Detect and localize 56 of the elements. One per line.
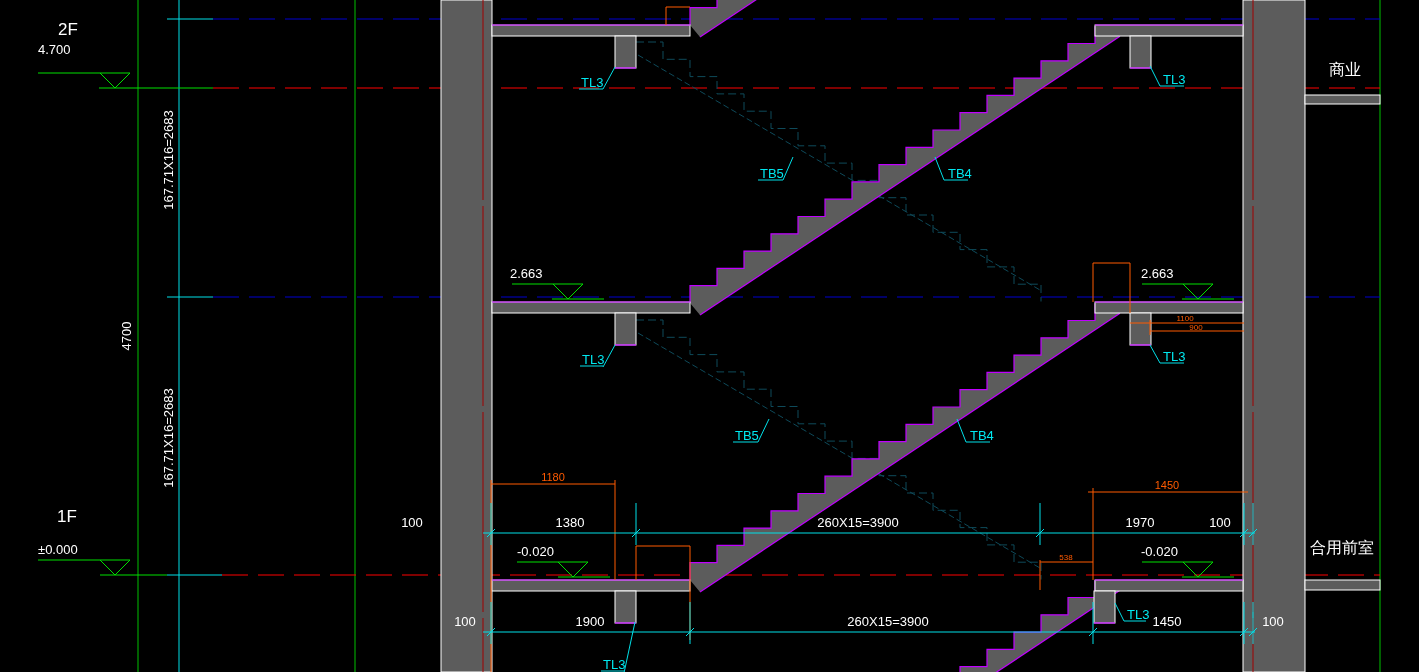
beam bbox=[614, 590, 637, 624]
dimension-text: 100 bbox=[1262, 614, 1284, 629]
elevation-mark-icon bbox=[1141, 283, 1235, 300]
elevation-mark-icon bbox=[511, 283, 605, 300]
floor-label: 1F bbox=[57, 507, 77, 526]
elevation-label: ±0.000 bbox=[38, 542, 78, 557]
dimension-text: 260X15=3900 bbox=[817, 515, 899, 530]
member-tag: TL3 bbox=[1127, 607, 1150, 622]
dimension-text: 1450 bbox=[1154, 479, 1180, 491]
member-tag: TB5 bbox=[760, 166, 784, 181]
dimension-text: 167.71X16=2683 bbox=[161, 110, 176, 210]
dimension-text: 1100 bbox=[1176, 314, 1194, 323]
beam bbox=[614, 35, 637, 69]
member-tag: TB4 bbox=[970, 428, 994, 443]
leader-line bbox=[579, 344, 616, 368]
floor-label: 2F bbox=[58, 20, 78, 39]
dimension-text: 100 bbox=[454, 614, 476, 629]
leader-line bbox=[732, 418, 770, 443]
leader-line bbox=[1149, 65, 1185, 87]
leader-line bbox=[1149, 344, 1185, 364]
elevation-label: 4.700 bbox=[38, 42, 71, 57]
member-tag: TL3 bbox=[581, 75, 604, 90]
level-label: 2.663 bbox=[510, 266, 543, 281]
elevation-mark-icon bbox=[37, 72, 214, 89]
member-tag: TL3 bbox=[1163, 72, 1186, 87]
dimension-text: 900 bbox=[1189, 323, 1203, 332]
beam bbox=[1129, 35, 1152, 69]
level-label: -0.020 bbox=[517, 544, 554, 559]
dimension-text: 1450 bbox=[1152, 614, 1182, 629]
dimension-text: 100 bbox=[1209, 515, 1231, 530]
beam bbox=[1093, 590, 1116, 624]
beam bbox=[614, 312, 637, 346]
member-tag: TL3 bbox=[603, 657, 626, 672]
dimension-text: 538 bbox=[1059, 553, 1073, 562]
dimension-text: 1970 bbox=[1125, 515, 1155, 530]
level-label: 2.663 bbox=[1141, 266, 1174, 281]
dimension-text: 100 bbox=[401, 515, 423, 530]
dimension-text: 167.71X16=2683 bbox=[161, 388, 176, 488]
beam bbox=[1129, 312, 1152, 346]
dimension-text: 260X15=3900 bbox=[847, 614, 929, 629]
dimension-text: 1380 bbox=[555, 515, 585, 530]
level-label: -0.020 bbox=[1141, 544, 1178, 559]
member-tag: TL3 bbox=[582, 352, 605, 367]
dimension-text: 1180 bbox=[541, 471, 565, 483]
elevation-mark-icon bbox=[516, 561, 611, 578]
leader-line bbox=[757, 156, 794, 181]
room-label: 商业 bbox=[1329, 60, 1361, 79]
room-label: 合用前室 bbox=[1310, 538, 1374, 557]
leader-line bbox=[578, 66, 616, 90]
member-tag: TL3 bbox=[1163, 349, 1186, 364]
member-tag: TB4 bbox=[948, 166, 972, 181]
dimension-text: 1900 bbox=[575, 614, 605, 629]
member-tag: TB5 bbox=[735, 428, 759, 443]
dimension-text: 4700 bbox=[119, 321, 134, 351]
elevation-mark-icon bbox=[1141, 561, 1235, 578]
leader-line bbox=[1114, 602, 1147, 622]
